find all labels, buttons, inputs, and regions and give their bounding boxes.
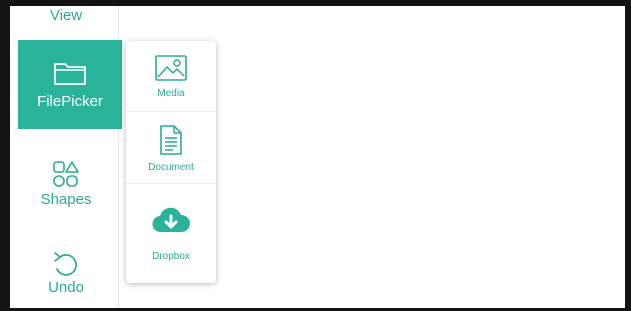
toolbar-item-shapes[interactable]: Shapes xyxy=(10,150,122,216)
undo-icon xyxy=(51,249,81,277)
shapes-icon xyxy=(51,159,81,189)
filepicker-option-label: Dropbox xyxy=(152,251,190,262)
folder-icon xyxy=(52,59,88,87)
filepicker-media-option[interactable]: Media xyxy=(126,41,216,111)
image-icon xyxy=(154,54,188,85)
toolbar-item-label: View xyxy=(49,6,83,24)
toolbar-item-filepicker[interactable]: FilePicker xyxy=(18,40,122,129)
filepicker-document-option[interactable]: Document xyxy=(126,111,216,184)
filepicker-menu: Media Document Dropbox xyxy=(126,41,216,283)
toolbar-item-view[interactable]: View xyxy=(10,0,122,32)
toolbar-item-label: Undo xyxy=(48,278,84,296)
filepicker-option-label: Document xyxy=(148,161,194,173)
filepicker-dropbox-option[interactable]: Dropbox xyxy=(126,183,216,284)
filepicker-option-label: Media xyxy=(157,87,185,99)
toolbar-item-label: FilePicker xyxy=(37,93,103,110)
left-toolbar: View FilePicker Shapes Undo xyxy=(10,6,122,308)
document-icon xyxy=(158,124,184,159)
toolbar-item-label: Shapes xyxy=(40,190,92,208)
toolbar-item-undo[interactable]: Undo xyxy=(10,242,122,302)
cloud-download-icon xyxy=(151,206,191,239)
